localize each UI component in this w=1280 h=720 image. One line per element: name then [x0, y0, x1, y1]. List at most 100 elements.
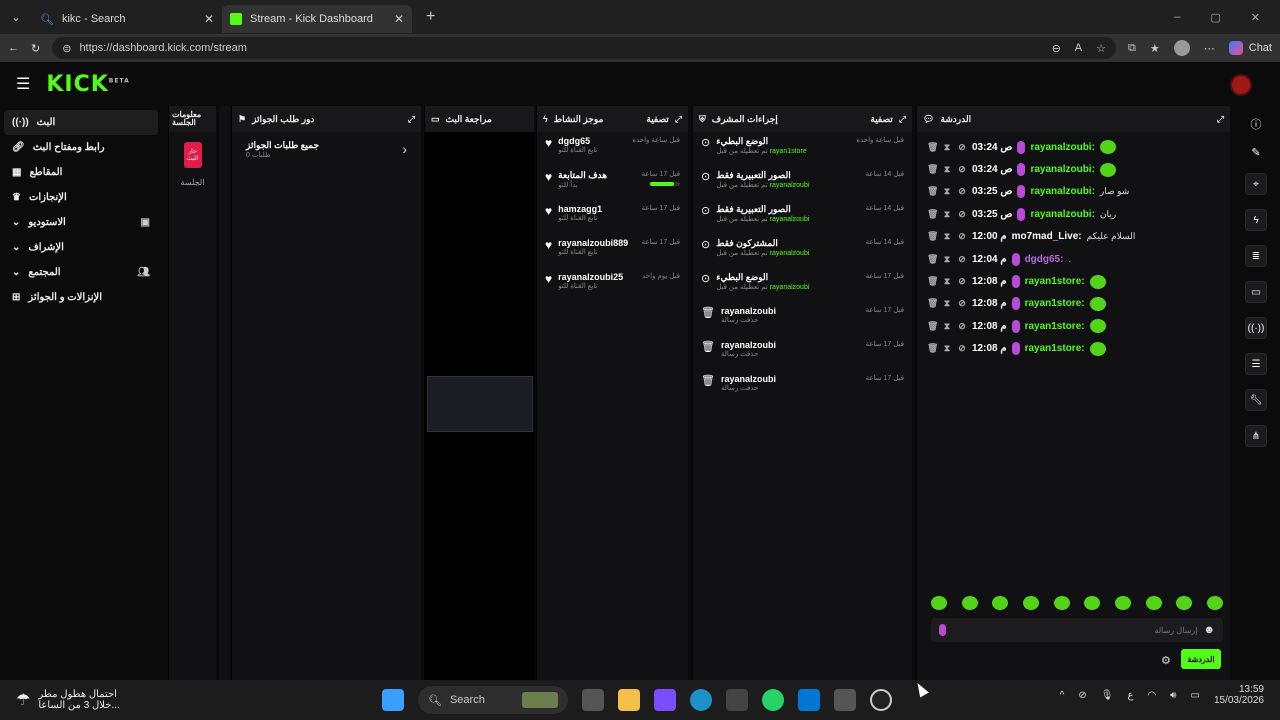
site-info-icon[interactable]: ⊜: [62, 42, 71, 55]
timeout-icon[interactable]: ⧗: [942, 186, 952, 197]
wrench-icon[interactable]: 🔧︎: [1245, 389, 1267, 411]
nav-item-moderation[interactable]: ⌄ الإشراف: [4, 235, 158, 260]
chat-username[interactable]: rayan1store:: [1025, 321, 1085, 332]
info-icon[interactable]: ⓘ: [1251, 116, 1262, 132]
chat-username[interactable]: rayanalzoubi:: [1030, 209, 1094, 220]
activity-item[interactable]: ♥ هدف المتابعة بدأ للتو قبل 17 ساعة: [537, 166, 688, 200]
ban-icon[interactable]: ⊘: [957, 209, 967, 220]
store-icon[interactable]: [726, 689, 748, 711]
timeout-icon[interactable]: ⧗: [942, 343, 952, 354]
nav-item-clips[interactable]: ▦ المقاطع: [4, 160, 158, 185]
chat-message[interactable]: 🗑︎ ⧗ ⊘ 12:08 م rayan1store:: [917, 270, 1230, 292]
read-aloud-icon[interactable]: A: [1075, 42, 1082, 55]
expand-icon[interactable]: ⤢: [408, 114, 415, 125]
delete-icon[interactable]: 🗑︎: [927, 186, 938, 197]
ban-icon[interactable]: ⊘: [957, 276, 967, 287]
obs-icon[interactable]: [834, 689, 856, 711]
nav-item-studio[interactable]: ⌄ الاستوديو ▣: [4, 210, 158, 235]
share-icon[interactable]: ⋔: [1245, 425, 1267, 447]
delete-icon[interactable]: 🗑︎: [927, 164, 938, 175]
chat-username[interactable]: rayan1store:: [1025, 298, 1085, 309]
timeout-icon[interactable]: ⧗: [942, 142, 952, 153]
kick-logo[interactable]: KICKBETA: [46, 72, 129, 97]
list-icon[interactable]: ≣: [1245, 245, 1267, 267]
nav-item-community[interactable]: ⌄ المجتمع 👥︎: [4, 260, 158, 285]
emoji-icon[interactable]: ☻: [1203, 624, 1215, 636]
chat-username[interactable]: mo7mad_Live:: [1012, 231, 1082, 242]
timeout-icon[interactable]: ⧗: [942, 321, 952, 332]
broadcast-icon[interactable]: ((·)): [1245, 317, 1267, 339]
task-view-icon[interactable]: [582, 689, 604, 711]
ban-icon[interactable]: ⊘: [957, 343, 967, 354]
extensions-icon[interactable]: ⧉: [1128, 42, 1136, 55]
mic-icon[interactable]: 🎙︎: [1101, 690, 1114, 701]
vscode-icon[interactable]: [798, 689, 820, 711]
activity-item[interactable]: ♥ hamzagg1 تابع القناة للتو قبل 17 ساعة: [537, 200, 688, 234]
timeout-icon[interactable]: ⧗: [942, 164, 952, 175]
expand-icon[interactable]: ⤢: [899, 114, 906, 125]
refresh-icon[interactable]: ↻: [31, 42, 40, 55]
whatsapp-icon[interactable]: [762, 689, 784, 711]
zoom-icon[interactable]: ⊖: [1052, 42, 1061, 55]
file-explorer-icon[interactable]: [618, 689, 640, 711]
new-tab-button[interactable]: +: [426, 8, 435, 26]
nav-item-stream-key[interactable]: 🔗︎ رابط ومفتاح البث: [4, 135, 158, 160]
chat-username[interactable]: rayanalzoubi:: [1030, 186, 1094, 197]
chat-message[interactable]: 🗑︎ ⧗ ⊘ 03:24 ص rayanalzoubi:: [917, 136, 1230, 158]
more-icon[interactable]: ⋯: [1204, 42, 1215, 55]
chat-message[interactable]: 🗑︎ ⧗ ⊘ 03:25 ص rayanalzoubi: ريان: [917, 203, 1230, 225]
chat-message[interactable]: 🗑︎ ⧗ ⊘ 12:08 م rayan1store:: [917, 338, 1230, 360]
clock[interactable]: 13:59 15/03/2026: [1214, 684, 1264, 706]
mod-action-item[interactable]: ⊙ الصور التعبيرية فقط تم تعطيله من قبل ray…: [693, 166, 912, 200]
volume-icon[interactable]: 🔊︎: [1170, 690, 1176, 701]
chat-settings-icon[interactable]: ⚙: [1161, 654, 1171, 667]
close-window-icon[interactable]: ✕: [1251, 11, 1260, 24]
mod-action-item[interactable]: ⊙ الوضع البطيء تم تعطيله من قبل rayanalzou…: [693, 268, 912, 302]
ban-icon[interactable]: ⊘: [957, 254, 967, 265]
nav-item-drops[interactable]: ⊞ الإنزالات و الجوائز: [4, 285, 158, 310]
emote-icon[interactable]: [1053, 596, 1070, 610]
chat-username[interactable]: rayan1store:: [1025, 343, 1085, 354]
delete-icon[interactable]: 🗑︎: [927, 209, 938, 220]
chat-icon[interactable]: ▭: [1245, 281, 1267, 303]
mod-action-item[interactable]: 🗑︎ rayanalzoubi حذفت رسالة قبل 17 ساعة: [693, 370, 912, 404]
delete-icon[interactable]: 🗑︎: [927, 231, 938, 242]
chat-input[interactable]: إرسال رسالة ☻: [931, 618, 1223, 642]
rewards-all-item[interactable]: جميع طلبات الجوائز 0 طلبات ›: [232, 132, 421, 166]
ban-icon[interactable]: ⊘: [957, 142, 967, 153]
filter-button[interactable]: تصفية: [646, 114, 668, 125]
windows-start-icon[interactable]: [382, 689, 404, 711]
activity-item[interactable]: ♥ dgdg65 تابع القناة للتو قبل ساعة واحدة: [537, 132, 688, 166]
weather-widget[interactable]: ☂ احتمال هطول مطر خلال 3 من الساعا...: [0, 689, 120, 711]
emote-icon[interactable]: [1114, 596, 1131, 610]
timeout-icon[interactable]: ⧗: [942, 209, 952, 220]
language-indicator[interactable]: ع: [1127, 690, 1133, 701]
layers-icon[interactable]: ☰: [1245, 353, 1267, 375]
emote-icon[interactable]: [992, 596, 1009, 610]
edge-icon[interactable]: [690, 689, 712, 711]
chat-message[interactable]: 🗑︎ ⧗ ⊘ 03:25 ص rayanalzoubi: شو صار: [917, 181, 1230, 203]
ban-icon[interactable]: ⊘: [957, 186, 967, 197]
timeout-icon[interactable]: ⧗: [942, 231, 952, 242]
maximize-icon[interactable]: ▢: [1210, 11, 1220, 24]
emote-icon[interactable]: [1145, 596, 1162, 610]
mod-action-item[interactable]: 🗑︎ rayanalzoubi حذفت رسالة قبل 17 ساعة: [693, 302, 912, 336]
emote-icon[interactable]: [1206, 596, 1223, 610]
close-icon[interactable]: ✕: [394, 12, 404, 26]
chat-username[interactable]: rayanalzoubi:: [1030, 142, 1094, 153]
edit-icon[interactable]: ✎: [1251, 146, 1260, 159]
profile-icon[interactable]: [1173, 40, 1190, 56]
menu-icon[interactable]: ☰: [16, 74, 30, 94]
chat-message[interactable]: 🗑︎ ⧗ ⊘ 12:08 م rayan1store:: [917, 293, 1230, 315]
bolt-icon[interactable]: ϟ: [1245, 209, 1267, 231]
chat-username[interactable]: dgdg65:: [1025, 254, 1064, 265]
wifi-icon[interactable]: ◠: [1147, 690, 1156, 701]
emote-icon[interactable]: [1084, 596, 1101, 610]
expand-icon[interactable]: ⤢: [1217, 114, 1224, 125]
chat-message[interactable]: 🗑︎ ⧗ ⊘ 03:24 ص rayanalzoubi:: [917, 158, 1230, 180]
url-field[interactable]: ⊜ https://dashboard.kick.com/stream ⊖ A …: [52, 37, 1117, 59]
ban-icon[interactable]: ⊘: [957, 231, 967, 242]
delete-icon[interactable]: 🗑︎: [927, 343, 938, 354]
stream-preview-video[interactable]: [425, 132, 535, 680]
mod-action-item[interactable]: ⊙ الوضع البطيء تم تعطيله من قبل rayan1stor…: [693, 132, 912, 166]
